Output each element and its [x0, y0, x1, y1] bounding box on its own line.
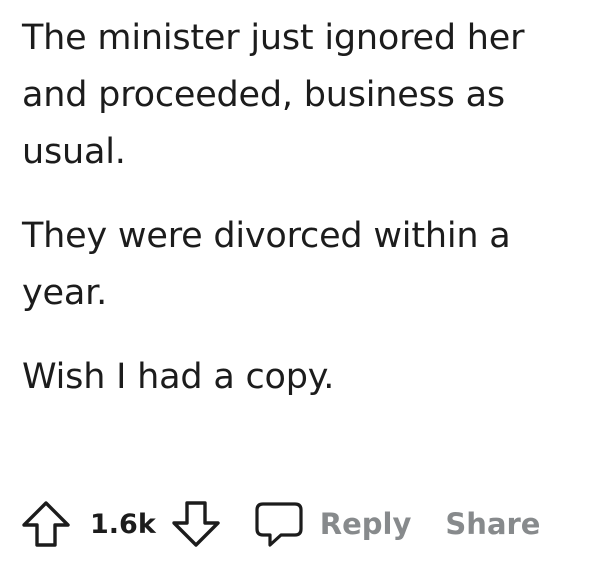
upvote-icon[interactable]: [16, 494, 76, 554]
vote-score: 1.6k: [90, 508, 156, 540]
comment-paragraph: They were divorced within a year.: [22, 216, 511, 313]
comment-icon: [250, 495, 308, 553]
reply-label: Reply: [319, 507, 412, 541]
comment-action-bar: 1.6k Reply Share: [16, 494, 540, 554]
comment-body: The minister just ignored her and procee…: [22, 10, 582, 406]
speech-bubble-icon: [255, 502, 303, 547]
comment-paragraph: The minister just ignored her and procee…: [22, 18, 525, 172]
share-button[interactable]: Share: [445, 507, 540, 541]
downvote-icon[interactable]: [166, 494, 226, 554]
arrow-down-outline-icon: [172, 501, 220, 547]
comment-paragraph: Wish I had a copy.: [22, 357, 335, 397]
arrow-up-outline-icon: [22, 501, 70, 547]
reply-button[interactable]: Reply: [250, 495, 412, 553]
